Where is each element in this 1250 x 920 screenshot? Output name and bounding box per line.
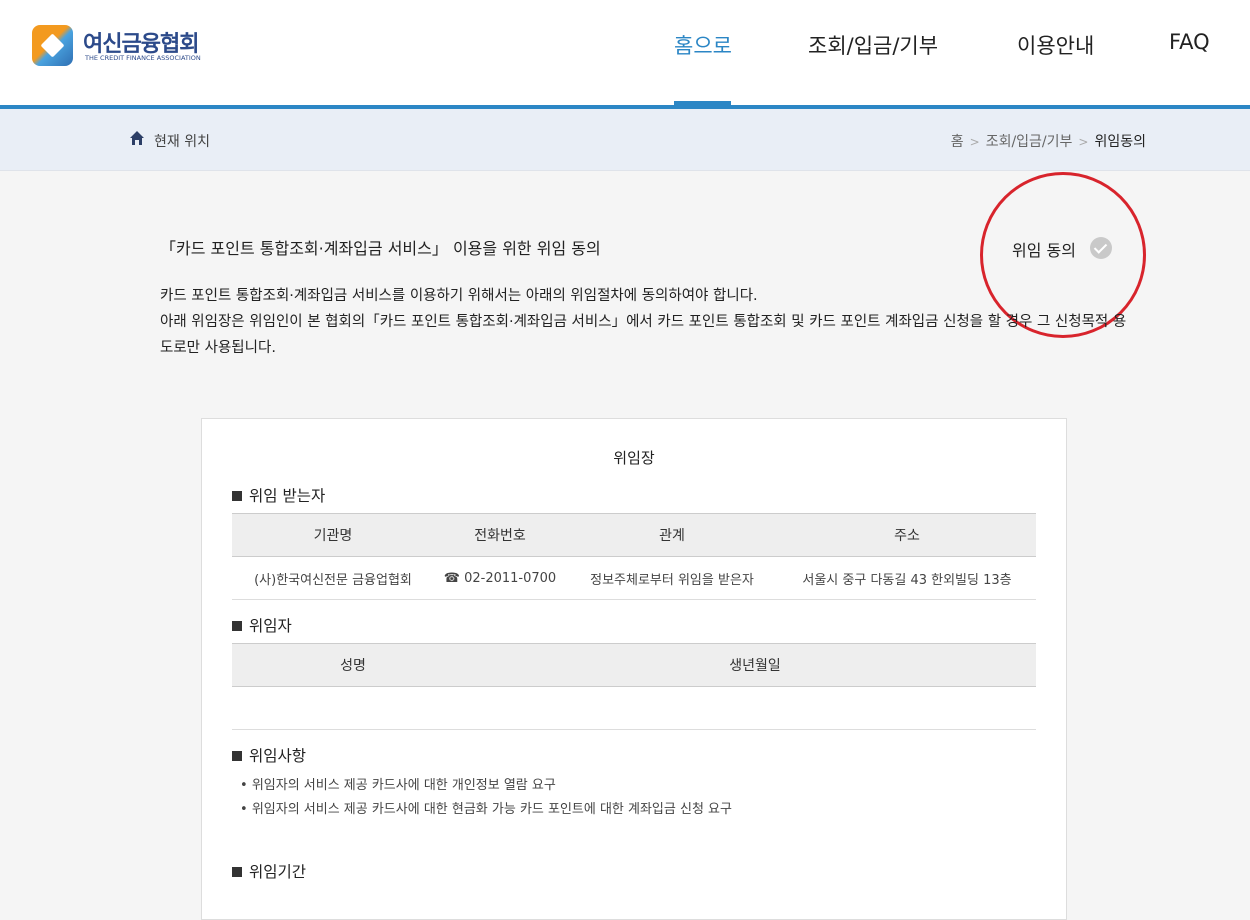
- list-item: 위임자의 서비스 제공 카드사에 대한 개인정보 열람 요구: [240, 774, 732, 798]
- nav-faq[interactable]: FAQ: [1169, 30, 1210, 54]
- table-row: (사)한국여신전문 금융업협회 ☎ 02-2011-0700 정보주체로부터 위…: [232, 556, 1036, 600]
- breadcrumb-separator: >: [1078, 135, 1089, 149]
- nav-guide[interactable]: 이용안내: [1017, 30, 1094, 60]
- breadcrumb-separator: >: [969, 135, 980, 149]
- document-title: 위임장: [613, 449, 655, 467]
- logo-english-name: THE CREDIT FINANCE ASSOCIATION: [85, 54, 201, 62]
- table-cell: (사)한국여신전문 금융업협회: [232, 556, 434, 600]
- site-header: 여신금융협회 THE CREDIT FINANCE ASSOCIATION 홈으…: [0, 0, 1250, 109]
- section-title-delegator: 위임자: [232, 614, 292, 636]
- check-circle-icon[interactable]: [1090, 237, 1112, 259]
- home-icon: [130, 131, 144, 145]
- current-location-label: 현재 위치: [154, 134, 210, 150]
- column-header: 기관명: [232, 513, 434, 557]
- table-row: [232, 686, 1036, 730]
- intro-line: 카드 포인트 통합조회·계좌입금 서비스를 이용하기 위해서는 아래의 위임절차…: [160, 288, 758, 304]
- column-header: 전화번호: [434, 513, 566, 557]
- table-cell: 서울시 중구 다동길 43 한외빌딩 13층: [778, 556, 1036, 600]
- active-nav-indicator: [674, 101, 731, 106]
- breadcrumb: 홈 > 조회/입금/기부 > 위임동의: [951, 131, 1146, 151]
- column-header: 생년월일: [474, 643, 1036, 687]
- recipient-table: 기관명 전화번호 관계 주소 (사)한국여신전문 금융업협회 ☎ 02-2011…: [232, 513, 1036, 600]
- table-cell: [232, 686, 474, 730]
- table-cell: ☎ 02-2011-0700: [434, 556, 566, 600]
- table-cell: [474, 686, 1036, 730]
- intro-line: 아래 위임장은 위임인이 본 협회의「카드 포인트 통합조회·계좌입금 서비스」…: [160, 314, 1127, 356]
- breadcrumb-bar: 현재 위치 홈 > 조회/입금/기부 > 위임동의: [0, 109, 1250, 171]
- section-title-period: 위임기간: [232, 860, 306, 882]
- page-title: 「카드 포인트 통합조회·계좌입금 서비스」 이용을 위한 위임 동의: [160, 239, 601, 258]
- nav-home[interactable]: 홈으로: [674, 30, 732, 60]
- consent-toggle[interactable]: 위임 동의: [1012, 236, 1117, 260]
- table-cell: 정보주체로부터 위임을 받은자: [566, 556, 778, 600]
- column-header: 성명: [232, 643, 474, 687]
- matters-list: 위임자의 서비스 제공 카드사에 대한 개인정보 열람 요구 위임자의 서비스 …: [240, 774, 732, 822]
- section-title-matters: 위임사항: [232, 744, 306, 766]
- column-header: 주소: [778, 513, 1036, 557]
- nav-inquiry-deposit-donation[interactable]: 조회/입금/기부: [808, 30, 938, 60]
- consent-label[interactable]: 위임 동의: [1012, 237, 1076, 261]
- logo-mark-icon: [32, 25, 73, 66]
- breadcrumb-inquiry[interactable]: 조회/입금/기부: [986, 134, 1073, 150]
- column-header: 관계: [566, 513, 778, 557]
- breadcrumb-home[interactable]: 홈: [951, 134, 964, 150]
- power-of-attorney-document: 위임장 위임 받는자 기관명 전화번호 관계 주소 (사)한국여신전문 금융업협…: [201, 418, 1067, 920]
- list-item: 위임자의 서비스 제공 카드사에 대한 현금화 가능 카드 포인트에 대한 계좌…: [240, 798, 732, 822]
- intro-description: 카드 포인트 통합조회·계좌입금 서비스를 이용하기 위해서는 아래의 위임절차…: [160, 283, 1135, 361]
- delegator-table: 성명 생년월일: [232, 643, 1036, 730]
- breadcrumb-current: 위임동의: [1094, 134, 1146, 150]
- section-title-recipient: 위임 받는자: [232, 484, 325, 506]
- site-logo[interactable]: 여신금융협회 THE CREDIT FINANCE ASSOCIATION: [32, 24, 222, 68]
